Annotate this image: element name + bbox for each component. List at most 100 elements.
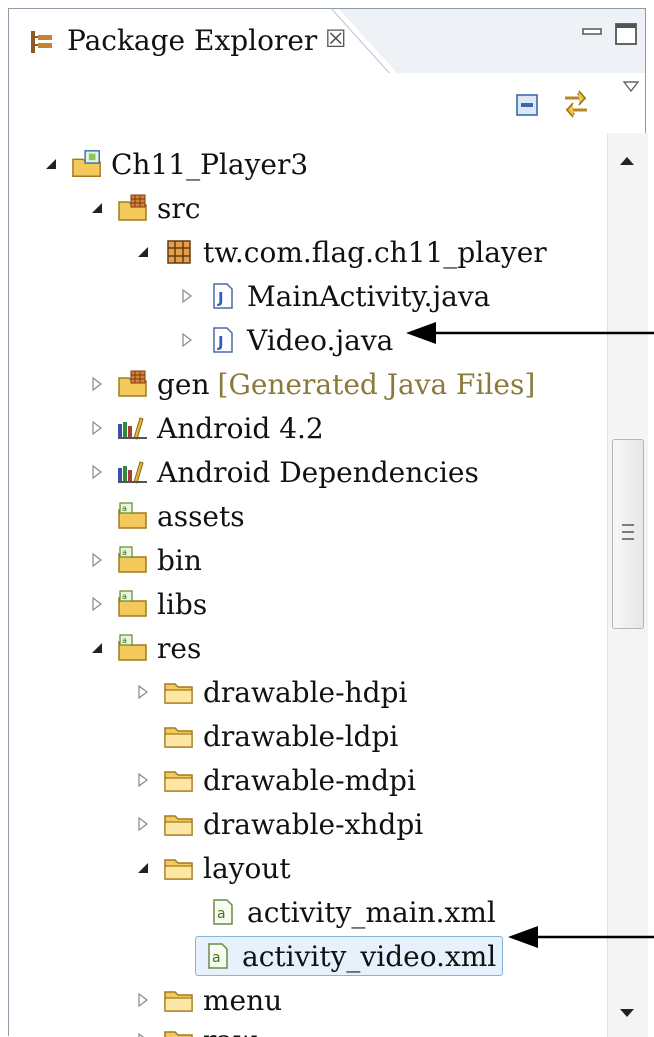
folder-label: drawable-xhdpi xyxy=(203,808,423,841)
collapsed-arrow-icon[interactable] xyxy=(85,460,109,484)
library-label: Android Dependencies xyxy=(157,456,479,489)
xml-file-icon xyxy=(202,941,234,971)
generated-source-folder-icon xyxy=(117,369,149,399)
library-icon xyxy=(117,413,149,443)
folder-icon xyxy=(117,633,149,663)
expanded-arrow-icon[interactable] xyxy=(131,856,155,880)
tree-item-drawable-mdpi[interactable]: drawable-mdpi xyxy=(131,759,416,801)
folder-icon xyxy=(163,765,195,795)
folder-label: raw xyxy=(203,1024,257,1037)
expanded-arrow-icon[interactable] xyxy=(131,240,155,264)
java-file-icon xyxy=(207,281,239,311)
tree-item-activity-video-xml[interactable]: activity_video.xml xyxy=(175,935,503,977)
expanded-arrow-icon[interactable] xyxy=(39,152,63,176)
scroll-up-arrow-icon[interactable] xyxy=(618,155,636,167)
folder-label: assets xyxy=(157,500,245,533)
source-folder-icon xyxy=(117,193,149,223)
tree-item-android-4-2[interactable]: Android 4.2 xyxy=(85,407,324,449)
folder-icon xyxy=(117,589,149,619)
gen-label: gen xyxy=(157,368,210,401)
tree-item-res[interactable]: res xyxy=(85,627,201,669)
package-label: tw.com.flag.ch11_player xyxy=(203,236,547,269)
tree-item-bin[interactable]: bin xyxy=(85,539,202,581)
xml-file-icon xyxy=(207,897,239,927)
folder-label: layout xyxy=(203,852,291,885)
view-menu-icon[interactable] xyxy=(621,79,641,95)
maximize-icon[interactable] xyxy=(613,21,639,47)
folder-icon xyxy=(163,677,195,707)
folder-icon xyxy=(163,809,195,839)
scroll-down-arrow-icon[interactable] xyxy=(618,1007,636,1019)
scrollbar-thumb[interactable] xyxy=(612,439,644,629)
folder-label: res xyxy=(157,632,201,665)
tree-item-src[interactable]: src xyxy=(85,187,200,229)
view-toolbar xyxy=(9,73,645,131)
tree-item-menu[interactable]: menu xyxy=(131,979,282,1021)
tree-item-android-dependencies[interactable]: Android Dependencies xyxy=(85,451,479,493)
file-label: activity_main.xml xyxy=(247,896,496,929)
file-label: activity_video.xml xyxy=(242,940,496,973)
minimize-icon[interactable] xyxy=(581,21,603,43)
folder-label: bin xyxy=(157,544,202,577)
folder-icon xyxy=(163,853,195,883)
close-icon[interactable]: ☒ xyxy=(325,25,347,53)
tree-item-drawable-xhdpi[interactable]: drawable-xhdpi xyxy=(131,803,423,845)
collapsed-arrow-icon[interactable] xyxy=(85,372,109,396)
collapsed-arrow-icon[interactable] xyxy=(131,988,155,1012)
view-title: Package Explorer xyxy=(67,24,317,57)
project-label: Ch11_Player3 xyxy=(111,148,308,181)
collapsed-arrow-icon[interactable] xyxy=(131,812,155,836)
tree-item-project[interactable]: Ch11_Player3 xyxy=(39,143,308,185)
tree-item-drawable-hdpi[interactable]: drawable-hdpi xyxy=(131,671,407,713)
tree-item-activity-main-xml[interactable]: activity_main.xml xyxy=(175,891,496,933)
tree-item-package[interactable]: tw.com.flag.ch11_player xyxy=(131,231,547,273)
tree-item-layout[interactable]: layout xyxy=(131,847,291,889)
no-arrow-spacer xyxy=(131,724,155,748)
tree-item-assets[interactable]: assets xyxy=(85,495,245,537)
folder-label: menu xyxy=(203,984,282,1017)
android-project-icon xyxy=(71,149,103,179)
tree-item-gen[interactable]: gen [Generated Java Files] xyxy=(85,363,535,405)
collapse-all-icon[interactable] xyxy=(515,93,539,117)
folder-icon xyxy=(163,1025,195,1037)
view-tab-bar: Package Explorer ☒ xyxy=(9,9,645,74)
folder-label: drawable-ldpi xyxy=(203,720,398,753)
vertical-scrollbar[interactable] xyxy=(607,133,648,1037)
no-arrow-spacer xyxy=(85,504,109,528)
collapsed-arrow-icon[interactable] xyxy=(131,768,155,792)
file-label: Video.java xyxy=(247,324,393,357)
library-icon xyxy=(117,457,149,487)
tree-item-raw[interactable]: raw xyxy=(131,1019,257,1037)
collapsed-arrow-icon[interactable] xyxy=(175,284,199,308)
gen-decoration: [Generated Java Files] xyxy=(218,368,536,401)
expanded-arrow-icon[interactable] xyxy=(85,636,109,660)
collapsed-arrow-icon[interactable] xyxy=(85,548,109,572)
project-tree: Ch11_Player3 src tw.com.flag.ch11_player… xyxy=(9,133,607,1037)
collapsed-arrow-icon[interactable] xyxy=(175,328,199,352)
collapsed-arrow-icon[interactable] xyxy=(85,592,109,616)
folder-icon xyxy=(117,545,149,575)
tree-item-video-java[interactable]: Video.java xyxy=(175,319,393,361)
folder-icon xyxy=(117,501,149,531)
package-explorer-view: Package Explorer ☒ Ch11 xyxy=(8,8,646,1036)
package-icon xyxy=(163,237,195,267)
collapsed-arrow-icon[interactable] xyxy=(85,416,109,440)
expanded-arrow-icon[interactable] xyxy=(85,196,109,220)
src-label: src xyxy=(157,192,200,225)
folder-label: drawable-mdpi xyxy=(203,764,416,797)
tree-item-libs[interactable]: libs xyxy=(85,583,207,625)
no-arrow-spacer xyxy=(175,900,199,924)
library-label: Android 4.2 xyxy=(157,412,324,445)
folder-icon xyxy=(163,721,195,751)
link-with-editor-icon[interactable] xyxy=(559,87,593,121)
folder-icon xyxy=(163,985,195,1015)
package-explorer-icon xyxy=(29,29,55,55)
file-label: MainActivity.java xyxy=(247,280,490,313)
folder-label: drawable-hdpi xyxy=(203,676,407,709)
grip-icon xyxy=(621,522,635,542)
tree-item-mainactivity-java[interactable]: MainActivity.java xyxy=(175,275,490,317)
collapsed-arrow-icon[interactable] xyxy=(131,680,155,704)
selected-item[interactable]: activity_video.xml xyxy=(195,936,503,976)
tree-item-drawable-ldpi[interactable]: drawable-ldpi xyxy=(131,715,398,757)
folder-label: libs xyxy=(157,588,207,621)
